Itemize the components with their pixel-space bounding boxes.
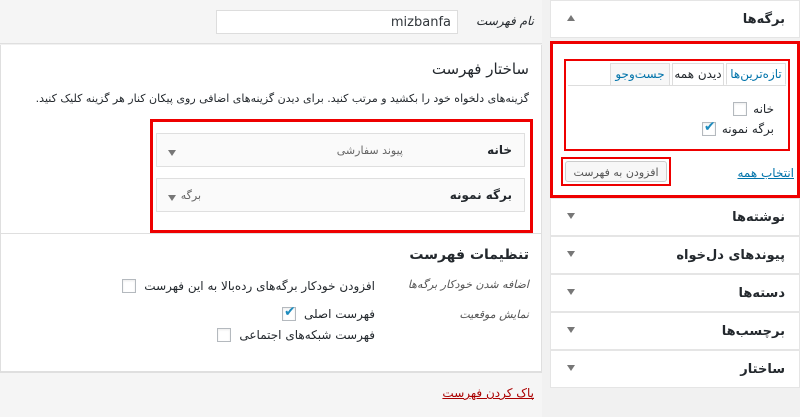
- menu-item-title: خانه: [487, 143, 512, 157]
- add-to-menu-button[interactable]: افزودن به فهرست: [565, 161, 667, 182]
- triangle-down-icon: [564, 249, 576, 261]
- menu-item[interactable]: خانه پیوند سفارشی: [156, 133, 525, 167]
- accordion-title: دسته‌ها: [738, 286, 785, 301]
- delete-menu-link[interactable]: پاک کردن فهرست: [442, 386, 534, 400]
- triangle-down-icon: [564, 363, 576, 375]
- location-social-checkbox[interactable]: [217, 328, 232, 342]
- menu-body: ساختار فهرست گزینه‌های دلخواه خود را بکش…: [0, 45, 542, 372]
- pages-panel: تازه‌ترین‌ها دیدن همه جست‌وجو خانه برگه …: [550, 41, 800, 198]
- menu-name-label: نام فهرست: [476, 14, 534, 28]
- accordion-formats-header[interactable]: ساختار: [550, 350, 800, 388]
- location-primary-checkbox[interactable]: [281, 304, 296, 321]
- page-option[interactable]: خانه: [733, 101, 774, 117]
- accordion-posts-header[interactable]: نوشته‌ها: [550, 198, 800, 236]
- menu-footer: پاک کردن فهرست: [0, 372, 542, 417]
- pages-tabs-box: تازه‌ترین‌ها دیدن همه جست‌وجو خانه برگه …: [564, 59, 790, 151]
- auto-add-label: اضافه شدن خودکار برگه‌ها: [407, 278, 529, 291]
- menu-name-input[interactable]: [216, 10, 458, 34]
- page-checkbox[interactable]: [733, 102, 748, 116]
- menu-item-type: برگه: [180, 189, 201, 202]
- settings-divider: [1, 233, 541, 234]
- menu-item[interactable]: برگه نمونه برگه: [156, 178, 525, 212]
- tab-recent[interactable]: تازه‌ترین‌ها: [726, 63, 786, 85]
- page-option-label: خانه: [753, 102, 774, 116]
- page-option-label: برگه نمونه: [721, 122, 774, 136]
- menu-editor: نام فهرست ساختار فهرست گزینه‌های دلخواه …: [0, 0, 542, 417]
- location-option-label: فهرست اصلی: [303, 307, 375, 321]
- select-all-link[interactable]: انتخاب همه: [737, 166, 794, 180]
- page-checkbox[interactable]: [701, 119, 716, 136]
- menu-items-list: خانه پیوند سفارشی برگه نمونه برگه: [150, 119, 533, 233]
- tab-search[interactable]: جست‌وجو: [610, 63, 670, 85]
- accordion-pages-header[interactable]: برگه‌ها: [550, 0, 800, 38]
- triangle-down-icon[interactable]: [167, 191, 177, 205]
- location-option[interactable]: فهرست اصلی: [281, 304, 375, 322]
- accordion-categories-header[interactable]: دسته‌ها: [550, 274, 800, 312]
- accordion-title: برگه‌ها: [742, 12, 785, 27]
- accordion-tags-header[interactable]: برچسب‌ها: [550, 312, 800, 350]
- add-items-sidebar: برگه‌ها تازه‌ترین‌ها دیدن همه جست‌وجو خا…: [550, 0, 800, 417]
- triangle-up-icon: [564, 13, 576, 25]
- page-option[interactable]: برگه نمونه: [701, 119, 774, 137]
- auto-add-option[interactable]: افزودن خودکار برگه‌های رده‌بالا به این ف…: [122, 278, 375, 294]
- tab-view-all[interactable]: دیدن همه: [672, 63, 724, 85]
- auto-add-checkbox[interactable]: [122, 279, 137, 293]
- triangle-down-icon: [564, 211, 576, 223]
- auto-add-option-label: افزودن خودکار برگه‌های رده‌بالا به این ف…: [144, 279, 375, 293]
- menu-item-type: پیوند سفارشی: [336, 144, 403, 157]
- settings-title: تنظیمات فهرست: [409, 247, 529, 263]
- structure-description: گزینه‌های دلخواه خود را بکشید و مرتب کنی…: [35, 92, 529, 105]
- location-option[interactable]: فهرست شبکه‌های اجتماعی: [217, 327, 375, 343]
- accordion-title: ساختار: [740, 362, 785, 377]
- triangle-down-icon: [564, 325, 576, 337]
- triangle-down-icon: [564, 287, 576, 299]
- structure-title: ساختار فهرست: [431, 60, 529, 78]
- location-label: نمایش موقعیت: [459, 308, 529, 321]
- triangle-down-icon[interactable]: [167, 146, 177, 160]
- tab-divider: [568, 85, 786, 86]
- menu-name-bar: نام فهرست: [0, 0, 542, 44]
- add-to-menu-highlight: افزودن به فهرست: [561, 157, 671, 186]
- accordion-custom-links-header[interactable]: پیوندهای دل‌خواه: [550, 236, 800, 274]
- location-option-label: فهرست شبکه‌های اجتماعی: [239, 328, 375, 342]
- accordion-title: برچسب‌ها: [721, 324, 785, 339]
- accordion-title: نوشته‌ها: [732, 210, 785, 225]
- accordion-title: پیوندهای دل‌خواه: [676, 248, 785, 263]
- menu-item-title: برگه نمونه: [449, 188, 512, 202]
